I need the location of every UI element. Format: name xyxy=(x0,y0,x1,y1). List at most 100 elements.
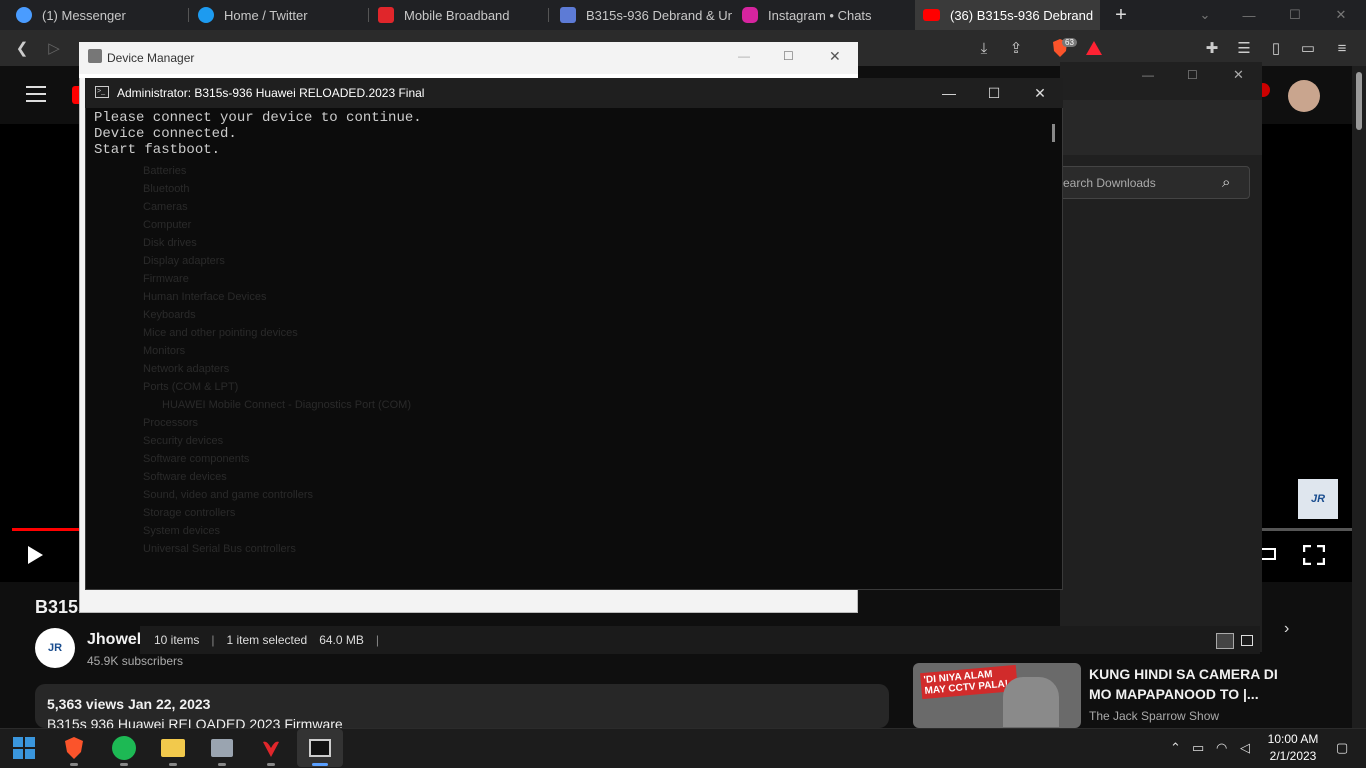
console-titlebar[interactable]: Administrator: B315s-936 Huawei RELOADED… xyxy=(85,78,1063,108)
sidebar-icon[interactable]: ▯ xyxy=(1266,38,1286,58)
device-tree-item[interactable]: Computer xyxy=(143,219,191,231)
device-tree-item[interactable]: Firmware xyxy=(143,273,189,285)
chevron-down-icon[interactable]: ⌄ xyxy=(1182,0,1228,30)
recommended-title[interactable]: KUNG HINDI SA CAMERA DI MO MAPAPANOOD TO… xyxy=(1089,664,1304,704)
avatar[interactable] xyxy=(1288,80,1320,112)
recommended-thumbnail[interactable]: 'DI NIYA ALAM MAY CCTV PALA! xyxy=(913,663,1081,728)
twitter-icon xyxy=(198,7,214,23)
device-tree-item[interactable]: Disk drives xyxy=(143,237,197,249)
status-divider: | xyxy=(211,633,215,647)
chevron-right-icon[interactable]: › xyxy=(1284,620,1289,638)
channel-name[interactable]: Jhowel xyxy=(87,631,141,649)
device-tree-item[interactable]: Keyboards xyxy=(143,309,196,321)
device-tree-item[interactable]: Network adapters xyxy=(143,363,229,375)
tab-mobile-broadband[interactable]: Mobile Broadband xyxy=(370,0,548,30)
tab-debrand-forum[interactable]: B315s-936 Debrand & Unlo xyxy=(552,0,732,30)
theater-mode-icon[interactable] xyxy=(1260,548,1276,560)
console-line: Device connected. xyxy=(94,126,237,142)
volume-icon[interactable]: ◁ xyxy=(1240,740,1250,756)
console-minimize-button[interactable]: — xyxy=(926,78,972,108)
file-explorer-icon[interactable] xyxy=(159,734,187,762)
extensions-icon[interactable]: ✚ xyxy=(1202,38,1222,58)
device-manager-taskbar-icon[interactable] xyxy=(208,734,236,762)
device-tree-item[interactable]: Security devices xyxy=(143,435,223,447)
brave-rewards-icon[interactable] xyxy=(1084,38,1104,58)
tab-messenger[interactable]: (1) Messenger xyxy=(8,0,188,30)
device-tree-item[interactable]: System devices xyxy=(143,525,220,537)
devmgr-minimize-button[interactable]: — xyxy=(738,49,750,63)
active-indicator xyxy=(312,763,328,766)
device-tree-item[interactable]: Software devices xyxy=(143,471,227,483)
channel-avatar[interactable]: JR xyxy=(35,628,75,668)
console-maximize-button[interactable]: ☐ xyxy=(971,78,1017,108)
brave-taskbar-icon[interactable] xyxy=(60,734,88,762)
close-window-button[interactable]: ✕ xyxy=(1318,0,1364,30)
fullscreen-icon[interactable] xyxy=(1302,544,1326,566)
battery-icon[interactable]: ▭ xyxy=(1192,740,1204,756)
taskbar xyxy=(0,728,1366,768)
device-tree-item[interactable]: Batteries xyxy=(143,165,186,177)
console-line: Please connect your device to continue. xyxy=(94,110,422,126)
running-indicator xyxy=(267,763,275,766)
device-tree-item[interactable]: Sound, video and game controllers xyxy=(143,489,313,501)
huawei-taskbar-icon[interactable] xyxy=(257,734,285,762)
play-icon[interactable] xyxy=(26,545,44,570)
tiles-view-icon[interactable] xyxy=(1241,635,1253,646)
tab-separator xyxy=(188,8,189,22)
terminal-icon[interactable] xyxy=(306,734,334,762)
device-tree-item[interactable]: Monitors xyxy=(143,345,185,357)
device-tree-item[interactable]: Software components xyxy=(143,453,249,465)
search-icon[interactable]: ⌕ xyxy=(1222,174,1230,191)
devmgr-maximize-button[interactable]: ☐ xyxy=(783,49,794,63)
progress-bar-fill xyxy=(12,528,80,531)
console-scrollbar[interactable] xyxy=(1052,124,1055,142)
device-tree-item[interactable]: Cameras xyxy=(143,201,188,213)
status-divider: | xyxy=(375,633,380,647)
device-tree-item[interactable]: HUAWEI Mobile Connect - Diagnostics Port… xyxy=(162,399,411,411)
device-tree-item[interactable]: Bluetooth xyxy=(143,183,189,195)
brave-badge: 63 xyxy=(1062,38,1077,47)
description-title: B315s 936 Huawei RELOADED 2023 Firmware xyxy=(47,716,343,728)
playlist-icon[interactable]: ☰ xyxy=(1234,38,1254,58)
recommended-channel[interactable]: The Jack Sparrow Show xyxy=(1089,709,1219,723)
downloads-search-input[interactable]: earch Downloads xyxy=(1050,166,1250,199)
chevron-up-icon[interactable]: ⌃ xyxy=(1170,740,1181,756)
wifi-icon[interactable]: ◠ xyxy=(1216,740,1227,756)
channel-watermark[interactable]: JR xyxy=(1298,479,1338,519)
downloads-close-button[interactable]: ✕ xyxy=(1233,67,1244,83)
device-tree-item[interactable]: Mice and other pointing devices xyxy=(143,327,298,339)
tab-twitter[interactable]: Home / Twitter xyxy=(190,0,368,30)
notification-icon[interactable]: ▢ xyxy=(1336,740,1348,756)
youtube-icon xyxy=(923,9,940,21)
instagram-icon xyxy=(742,7,758,23)
tab-instagram[interactable]: Instagram • Chats xyxy=(734,0,912,30)
hamburger-menu-icon[interactable] xyxy=(26,86,46,107)
windows-start-icon[interactable] xyxy=(10,734,38,762)
device-tree-item[interactable]: Processors xyxy=(143,417,198,429)
wallet-icon[interactable]: ▭ xyxy=(1298,38,1318,58)
downloads-maximize-button[interactable]: ☐ xyxy=(1187,68,1198,82)
console-close-button[interactable]: ✕ xyxy=(1017,78,1063,108)
new-tab-button[interactable]: + xyxy=(1098,0,1144,30)
taskbar-clock[interactable]: 10:00 AM 2/1/2023 xyxy=(1258,731,1328,765)
menu-icon[interactable]: ≡ xyxy=(1332,38,1352,58)
back-icon[interactable]: ❮ xyxy=(12,38,32,58)
downloads-minimize-button[interactable]: — xyxy=(1142,68,1154,82)
tab-youtube-active[interactable]: (36) B315s-936 Debrand ✕ xyxy=(915,0,1100,30)
views-and-date: 5,363 views Jan 22, 2023 xyxy=(47,696,211,712)
device-tree-item[interactable]: Universal Serial Bus controllers xyxy=(143,543,296,555)
install-icon[interactable]: ⤓ xyxy=(974,38,994,58)
device-tree-item[interactable]: Storage controllers xyxy=(143,507,235,519)
details-view-icon[interactable] xyxy=(1216,633,1234,649)
minimize-button[interactable]: — xyxy=(1226,0,1272,30)
forward-icon[interactable]: ▷ xyxy=(44,38,64,58)
page-scrollbar[interactable] xyxy=(1352,66,1366,728)
spotify-icon[interactable] xyxy=(110,734,138,762)
device-tree-item[interactable]: Ports (COM & LPT) xyxy=(143,381,238,393)
share-icon[interactable]: ⇪ xyxy=(1006,38,1026,58)
devmgr-close-button[interactable]: ✕ xyxy=(829,48,841,65)
maximize-button[interactable]: ☐ xyxy=(1272,0,1318,30)
device-tree-item[interactable]: Display adapters xyxy=(143,255,225,267)
device-tree-item[interactable]: Human Interface Devices xyxy=(143,291,267,303)
scrollbar-thumb[interactable] xyxy=(1356,72,1362,130)
